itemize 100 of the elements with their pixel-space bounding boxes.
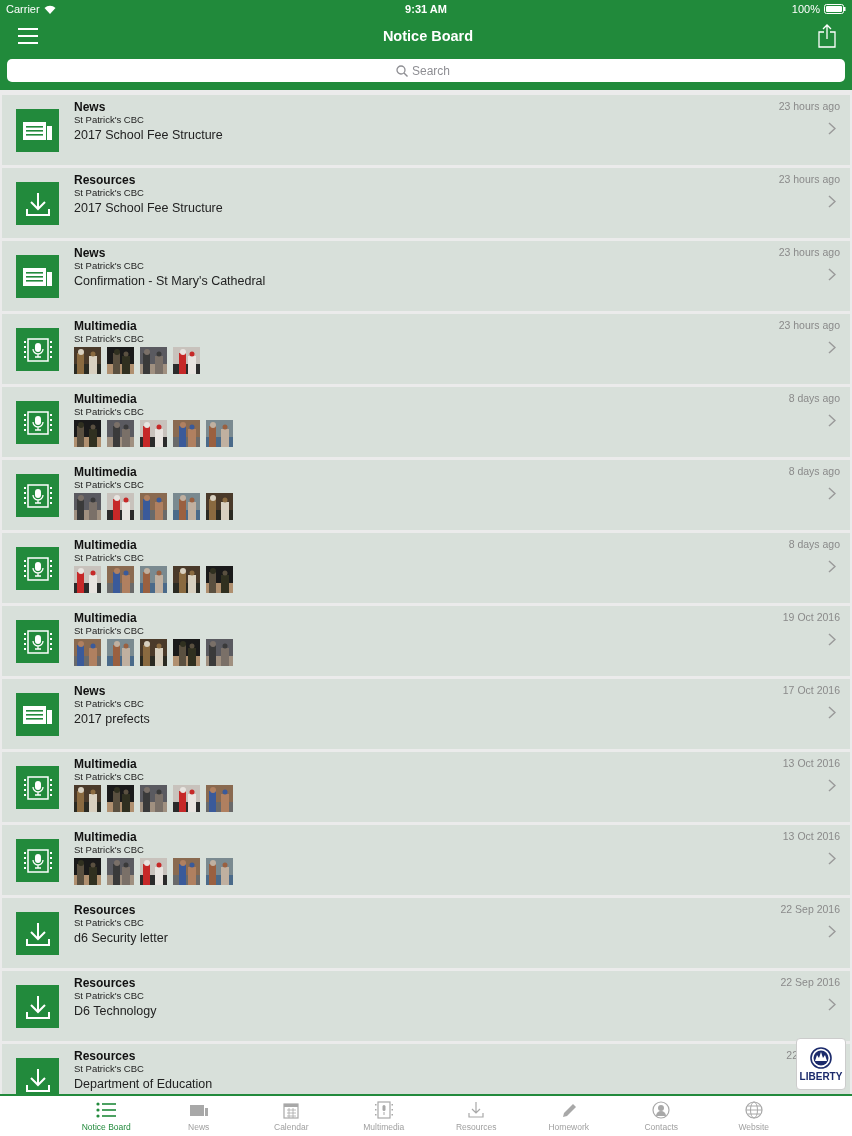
item-source: St Patrick's CBC xyxy=(74,479,144,490)
chevron-icon xyxy=(828,341,836,354)
item-category: News xyxy=(74,100,106,114)
person-icon xyxy=(651,1100,672,1119)
item-category: Resources xyxy=(74,976,136,990)
item-category: Multimedia xyxy=(74,319,137,333)
item-category: Multimedia xyxy=(74,830,137,844)
chevron-icon xyxy=(828,414,836,427)
notice-item[interactable]: Resources St Patrick's CBC 2017 School Fee Structure 23 hours ago xyxy=(2,168,850,238)
item-source: St Patrick's CBC xyxy=(74,1063,144,1074)
item-category: Resources xyxy=(74,903,136,917)
chevron-icon xyxy=(828,706,836,719)
item-title: d6 Security letter xyxy=(74,931,168,946)
notice-item[interactable]: News St Patrick's CBC Confirmation - St Mary's Cathedral 23 hours ago xyxy=(2,241,850,311)
notice-item[interactable]: Resources St Patrick's CBC D6 Technology 22 Sep 2016 xyxy=(2,971,850,1041)
item-time: 19 Oct 2016 xyxy=(781,611,840,623)
chevron-icon xyxy=(828,268,836,281)
status-time: 9:31 AM xyxy=(405,3,447,15)
item-category: Resources xyxy=(74,1049,136,1063)
item-title: 2017 prefects xyxy=(74,712,150,727)
item-source: St Patrick's CBC xyxy=(74,844,144,855)
chevron-icon xyxy=(828,779,836,792)
notice-item[interactable]: News St Patrick's CBC 2017 School Fee Structure 23 hours ago xyxy=(2,95,850,165)
item-source: St Patrick's CBC xyxy=(74,771,144,782)
sponsor-badge[interactable]: LIBERTY xyxy=(796,1038,846,1090)
item-time: 22 Sep 2016 xyxy=(779,976,840,988)
item-source: St Patrick's CBC xyxy=(74,260,144,271)
item-category: News xyxy=(74,246,106,260)
microphone-icon xyxy=(16,401,59,444)
microphone-icon xyxy=(16,620,59,663)
notice-item[interactable]: Multimedia St Patrick's CBC 8 days ago xyxy=(2,533,850,603)
download-icon xyxy=(16,182,59,225)
notice-item[interactable]: Multimedia St Patrick's CBC 13 Oct 2016 xyxy=(2,752,850,822)
battery-percent: 100% xyxy=(791,3,820,15)
item-title: Confirmation - St Mary's Cathedral xyxy=(74,274,266,289)
item-source: St Patrick's CBC xyxy=(74,917,144,928)
item-category: Multimedia xyxy=(74,465,137,479)
newspaper-icon xyxy=(16,109,59,152)
item-category: Multimedia xyxy=(74,392,137,406)
search-icon xyxy=(396,65,408,77)
carrier-label: Carrier xyxy=(6,3,40,15)
item-time: 8 days ago xyxy=(787,538,840,550)
item-time: 13 Oct 2016 xyxy=(781,757,840,769)
notice-item[interactable]: Multimedia St Patrick's CBC 23 hours ago xyxy=(2,314,850,384)
item-time: 22 Sep 2016 xyxy=(779,903,840,915)
microphone-icon xyxy=(16,766,59,809)
item-category: News xyxy=(74,684,106,698)
globe-icon xyxy=(743,1100,764,1119)
item-source: St Patrick's CBC xyxy=(74,625,144,636)
item-title: 2017 School Fee Structure xyxy=(74,128,223,143)
notice-item[interactable]: Multimedia St Patrick's CBC 13 Oct 2016 xyxy=(2,825,850,895)
microphone-icon xyxy=(16,547,59,590)
item-time: 23 hours ago xyxy=(777,100,840,112)
item-category: Resources xyxy=(74,173,136,187)
battery-icon xyxy=(824,4,846,14)
item-time: 8 days ago xyxy=(787,465,840,477)
notice-item[interactable]: News St Patrick's CBC 2017 prefects 17 Oct 2016 xyxy=(2,679,850,749)
item-time: 23 hours ago xyxy=(777,173,840,185)
calendar-icon xyxy=(281,1100,302,1119)
item-time: 23 hours ago xyxy=(777,319,840,331)
item-time: 17 Oct 2016 xyxy=(781,684,840,696)
chevron-icon xyxy=(828,487,836,500)
item-source: St Patrick's CBC xyxy=(74,698,144,709)
logo-icon xyxy=(810,1046,832,1069)
chevron-icon xyxy=(828,998,836,1011)
microphone-icon xyxy=(16,839,59,882)
item-title: Department of Education xyxy=(74,1077,213,1092)
item-time: 13 Oct 2016 xyxy=(781,830,840,842)
item-category: Multimedia xyxy=(74,538,137,552)
chevron-icon xyxy=(828,925,836,938)
newspaper-icon xyxy=(16,255,59,298)
item-category: Multimedia xyxy=(74,757,137,771)
newspaper-icon xyxy=(16,693,59,736)
download-icon xyxy=(466,1100,487,1119)
notice-item[interactable]: Multimedia St Patrick's CBC 8 days ago xyxy=(2,387,850,457)
item-time: 23 hours ago xyxy=(777,246,840,258)
item-source: St Patrick's CBC xyxy=(74,114,144,125)
chevron-icon xyxy=(828,195,836,208)
badge-label: LIBERTY xyxy=(799,1070,843,1082)
chevron-icon xyxy=(828,633,836,646)
chevron-icon xyxy=(828,852,836,865)
item-source: St Patrick's CBC xyxy=(74,406,144,417)
notice-item[interactable]: Multimedia St Patrick's CBC 19 Oct 2016 xyxy=(2,606,850,676)
chevron-icon xyxy=(828,122,836,135)
notice-item[interactable]: Multimedia St Patrick's CBC 8 days ago xyxy=(2,460,850,530)
menu-button[interactable] xyxy=(16,25,40,46)
item-title: D6 Technology xyxy=(74,1004,157,1019)
item-category: Multimedia xyxy=(74,611,137,625)
page-title: Notice Board xyxy=(382,27,474,44)
item-source: St Patrick's CBC xyxy=(74,552,144,563)
wifi-icon xyxy=(43,4,56,14)
list-icon xyxy=(96,1100,117,1119)
tab-item[interactable]: Notice Board xyxy=(60,1096,153,1136)
microphone-icon xyxy=(373,1100,394,1119)
item-source: St Patrick's CBC xyxy=(74,187,144,198)
item-source: St Patrick's CBC xyxy=(74,990,144,1001)
search-field[interactable]: Search xyxy=(7,59,845,82)
chevron-icon xyxy=(828,560,836,573)
notice-item[interactable]: Resources St Patrick's CBC d6 Security letter 22 Sep 2016 xyxy=(2,898,850,968)
item-title: 2017 School Fee Structure xyxy=(74,201,223,216)
